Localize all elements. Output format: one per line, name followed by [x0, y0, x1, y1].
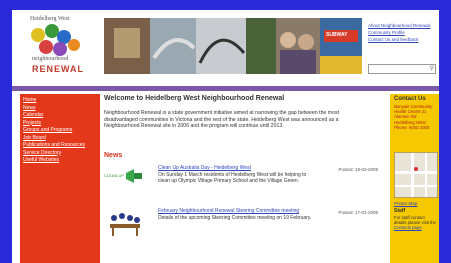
- header-banner: SUBWAY: [104, 18, 362, 74]
- link-about[interactable]: About Neighbourhood Renewal: [368, 22, 431, 29]
- search-input[interactable]: ⚲: [368, 64, 436, 74]
- nav-item-news[interactable]: News: [20, 105, 100, 113]
- location-map[interactable]: [394, 152, 438, 198]
- logo-text-top: Heidelberg West: [30, 16, 70, 22]
- logo-text-renewal: RENEWAL: [32, 64, 84, 74]
- page-title: Welcome to Heidelberg West Neighbourhood…: [104, 95, 285, 102]
- contact-sidebar: Contact Us Banyule Community Health Cent…: [390, 94, 439, 263]
- left-navigation: Home News Calendar Projects Groups and P…: [20, 94, 100, 263]
- nav-item-calendar[interactable]: Calendar: [20, 112, 100, 120]
- logo-text-mid: neighbourhood: [32, 56, 69, 62]
- news-date: Posted: 17-01-2009: [338, 210, 378, 215]
- news-heading: News: [104, 152, 123, 159]
- header-divider: [12, 86, 439, 91]
- banner-sign-text: SUBWAY: [326, 32, 348, 38]
- contacts-page-link[interactable]: Contacts page: [394, 225, 422, 230]
- news-date: Posted: 19-02-2009: [338, 167, 378, 172]
- contact-address: Banyule Community Health Centre 21 Alame…: [394, 104, 433, 130]
- staff-title: Staff: [394, 208, 406, 214]
- nav-item-job-board[interactable]: Job Board: [20, 135, 100, 143]
- nav-item-service-directory[interactable]: Service Directory: [20, 150, 100, 158]
- main-content: Welcome to Heidelberg West Neighbourhood…: [104, 94, 386, 263]
- svg-text:CLEAN UP: CLEAN UP: [104, 173, 124, 178]
- link-contact-feedback[interactable]: Contact Us and feedback: [368, 36, 431, 43]
- nav-item-home[interactable]: Home: [20, 94, 100, 105]
- news-title-link[interactable]: February Neighbourhood Renewal Steering …: [158, 208, 299, 214]
- link-community-profile[interactable]: Community Profile: [368, 29, 431, 36]
- news-summary: On Sunday 1 March residents of Heidelber…: [158, 172, 307, 184]
- intro-paragraph: Neighbourhood Renewal is a state governm…: [104, 110, 340, 129]
- news-title-link[interactable]: Clean Up Australia Day - Heidelberg West: [158, 165, 251, 171]
- banner-photos: [104, 18, 362, 74]
- committee-meeting-icon: [110, 213, 140, 236]
- page: Heidelberg West neighbourhood RENEWAL SU…: [12, 10, 439, 263]
- news-summary: Details of the upcoming Steering Committ…: [158, 215, 312, 221]
- nav-item-publications[interactable]: Publications and Resources: [20, 142, 100, 150]
- header-links: About Neighbourhood Renewal Community Pr…: [368, 22, 431, 43]
- contact-title: Contact Us: [394, 96, 426, 102]
- nav-item-projects[interactable]: Projects: [20, 120, 100, 128]
- nav-item-useful-websites[interactable]: Useful Websites: [20, 157, 100, 165]
- nav-item-groups-programs[interactable]: Groups and Programs: [20, 127, 100, 135]
- logo-flower-icon: [31, 24, 80, 56]
- printer-map-link[interactable]: Printer Map: [394, 201, 417, 206]
- staff-description: For staff contact details please visit t…: [394, 215, 437, 226]
- map-marker-icon: [414, 167, 418, 171]
- staff-text: For staff contact details please visit t…: [394, 215, 438, 231]
- site-logo[interactable]: Heidelberg West neighbourhood RENEWAL: [20, 14, 100, 84]
- site-header: Heidelberg West neighbourhood RENEWAL SU…: [12, 10, 439, 86]
- clean-up-australia-icon: CLEAN UP: [104, 169, 142, 183]
- search-icon[interactable]: ⚲: [430, 65, 434, 72]
